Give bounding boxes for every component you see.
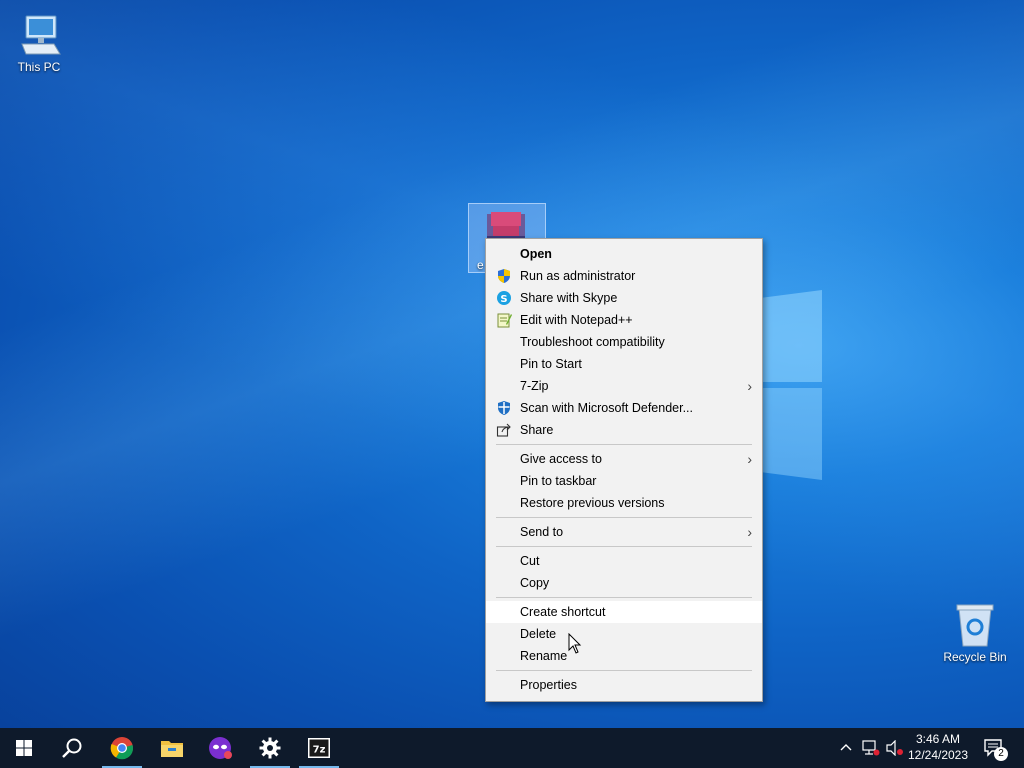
computer-icon (21, 15, 61, 55)
menu-item-scan-with-microsoft-defender[interactable]: Scan with Microsoft Defender... (486, 397, 762, 419)
menu-item-troubleshoot-compatibility[interactable]: Troubleshoot compatibility (486, 331, 762, 353)
menu-item-share-with-skype[interactable]: S Share with Skype (486, 287, 762, 309)
file-explorer-button[interactable] (148, 728, 196, 768)
menu-item-cut[interactable]: Cut (486, 550, 762, 572)
menu-item-label: Properties (520, 678, 577, 692)
menu-item-label: Share with Skype (520, 291, 618, 305)
submenu-arrow-icon: › (747, 378, 752, 394)
menu-item-restore-previous-versions[interactable]: Restore previous versions (486, 492, 762, 514)
menu-item-delete[interactable]: Delete (486, 623, 762, 645)
menu-item-send-to[interactable]: Send to › (486, 521, 762, 543)
folder-icon (161, 741, 183, 757)
notepadpp-icon (496, 312, 512, 328)
menu-separator (496, 670, 752, 671)
menu-item-rename[interactable]: Rename (486, 645, 762, 667)
menu-separator (496, 517, 752, 518)
desktop-icon-this-pc[interactable]: This PC (0, 8, 78, 74)
menu-item-label: Copy (520, 576, 550, 590)
menu-item-label: Pin to Start (520, 357, 582, 371)
menu-item-label: Create shortcut (520, 605, 606, 619)
desktop-icon-label: Recycle Bin (943, 650, 1007, 664)
windows-logo-icon (16, 740, 32, 756)
menu-item-label: Restore previous versions (520, 496, 665, 510)
menu-item-share[interactable]: Share (486, 419, 762, 441)
svg-text:7z: 7z (313, 745, 326, 756)
menu-item-label: Pin to taskbar (520, 474, 597, 488)
menu-item-label: Delete (520, 627, 557, 641)
menu-item-run-as-administrator[interactable]: Run as administrator (486, 265, 762, 287)
context-menu: Open Run as administrator S Share with Skyp… (485, 238, 763, 702)
chrome-button[interactable] (98, 728, 146, 768)
notification-count-badge: 2 (994, 747, 1008, 761)
svg-text:S: S (500, 294, 507, 305)
defender-icon (496, 400, 512, 416)
menu-item-create-shortcut[interactable]: Create shortcut (486, 601, 762, 623)
menu-separator (496, 597, 752, 598)
menu-separator (496, 546, 752, 547)
menu-item-label: 7-Zip (520, 379, 549, 393)
gear-icon (259, 737, 281, 759)
search-icon (62, 738, 82, 758)
desktop-icon-label: This PC (17, 60, 61, 74)
chrome-icon (110, 737, 134, 760)
menu-item-label: Edit with Notepad++ (520, 313, 633, 327)
menu-item-open[interactable]: Open (486, 243, 762, 265)
mask-app-icon (209, 737, 232, 759)
menu-item-label: Troubleshoot compatibility (520, 335, 665, 349)
taskbar: 7z 3:46 AM 12/24/2023 2 (0, 728, 1024, 768)
menu-item-copy[interactable]: Copy (486, 572, 762, 594)
7zip-button[interactable]: 7z (295, 728, 343, 768)
menu-item-label: Cut (520, 554, 540, 568)
mouse-cursor-icon (568, 633, 582, 654)
file-label: e (477, 258, 484, 272)
menu-item-label: Open (520, 247, 552, 261)
menu-item-pin-to-taskbar[interactable]: Pin to taskbar (486, 470, 762, 492)
menu-item-label: Share (520, 423, 554, 437)
menu-item-give-access-to[interactable]: Give access to › (486, 448, 762, 470)
menu-item-label: Scan with Microsoft Defender... (520, 401, 693, 415)
volume-muted-icon[interactable] (886, 740, 904, 756)
menu-separator (496, 444, 752, 445)
uac-shield-icon (496, 268, 512, 284)
clock-time: 3:46 AM (915, 732, 961, 746)
settings-button[interactable] (246, 728, 294, 768)
share-icon (496, 422, 512, 438)
network-icon[interactable] (862, 740, 880, 756)
start-button[interactable] (0, 728, 48, 768)
app-button[interactable] (197, 728, 245, 768)
recycle-bin-icon (956, 604, 994, 647)
menu-item-label: Give access to (520, 452, 602, 466)
menu-item-7-zip[interactable]: 7-Zip › (486, 375, 762, 397)
chevron-up-icon[interactable] (840, 742, 852, 752)
menu-item-label: Send to (520, 525, 564, 539)
desktop-icon-recycle-bin[interactable]: Recycle Bin (936, 600, 1014, 664)
submenu-arrow-icon: › (747, 451, 752, 467)
menu-item-label: Run as administrator (520, 269, 636, 283)
wallpaper-windows-logo (760, 290, 822, 480)
search-button[interactable] (48, 728, 96, 768)
menu-item-pin-to-start[interactable]: Pin to Start (486, 353, 762, 375)
menu-item-properties[interactable]: Properties (486, 674, 762, 696)
notification-center-button[interactable]: 2 (980, 728, 1024, 768)
menu-item-label: Rename (520, 649, 568, 663)
menu-item-edit-with-notepad[interactable]: Edit with Notepad++ (486, 309, 762, 331)
clock-date: 12/24/2023 (907, 748, 969, 762)
tray-clock[interactable]: 3:46 AM 12/24/2023 (906, 731, 970, 763)
skype-icon: S (496, 290, 512, 306)
submenu-arrow-icon: › (747, 524, 752, 540)
7zip-icon: 7z (308, 738, 330, 758)
